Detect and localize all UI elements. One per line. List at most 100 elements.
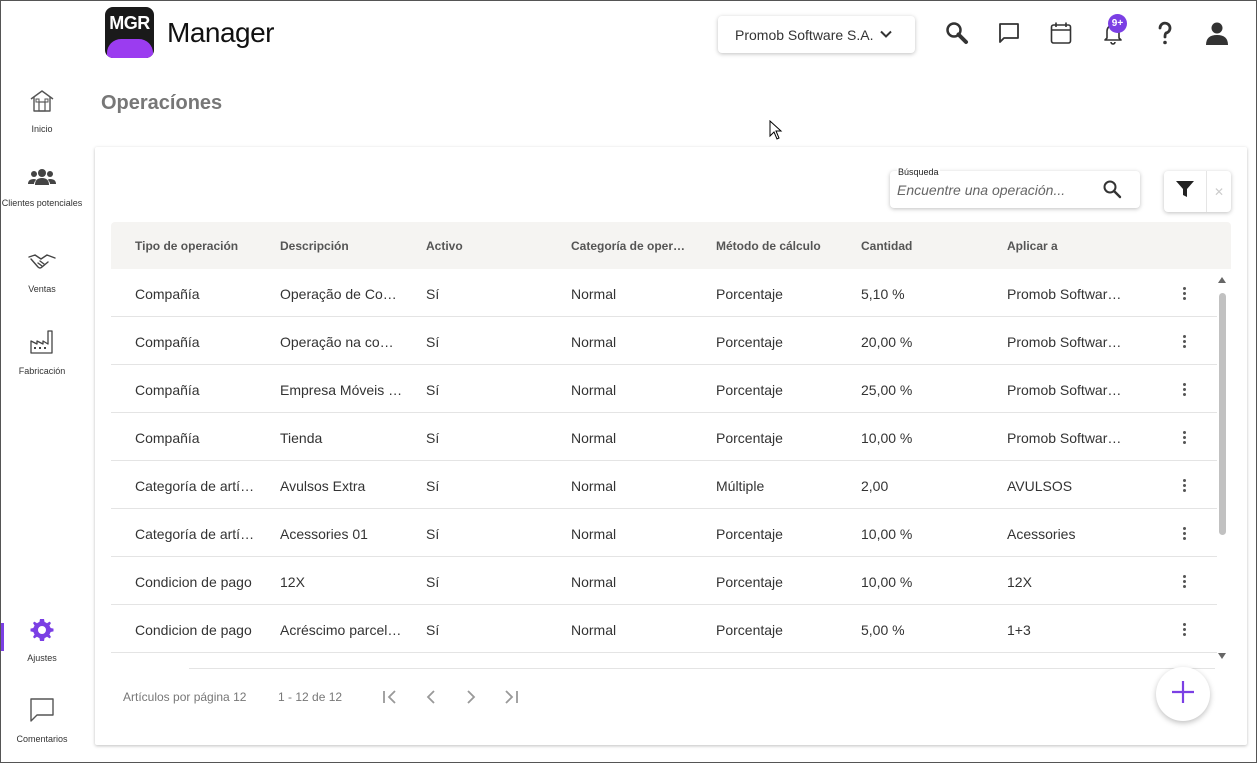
table-body: Compañía Operação de Compañía Sí Normal … — [111, 269, 1217, 654]
cell-cantidad: 20,00 % — [861, 334, 913, 350]
row-menu-icon[interactable] — [1177, 330, 1191, 352]
table-row[interactable]: Categoría de artículo Acessories 01 Sí N… — [111, 509, 1217, 557]
cell-aplicar: Promob Software S.A. — [1007, 286, 1129, 302]
table-row[interactable]: Categoría de artículo Avulsos Extra Sí N… — [111, 461, 1217, 509]
column-header-tipo[interactable]: Tipo de operación — [135, 239, 275, 253]
column-header-metodo[interactable]: Método de cálculo — [716, 239, 856, 253]
next-page-icon[interactable] — [461, 687, 481, 707]
add-operation-button[interactable] — [1156, 667, 1210, 721]
row-menu-icon[interactable] — [1177, 426, 1191, 448]
cell-cantidad: 5,00 % — [861, 622, 905, 638]
cell-tipo: Compañía — [135, 334, 200, 350]
cell-categoria: Normal — [571, 430, 617, 446]
cell-tipo: Categoría de artículo — [135, 478, 260, 494]
column-header-descripcion[interactable]: Descripción — [280, 239, 420, 253]
sidebar-item-label: Clientes potenciales — [1, 198, 83, 208]
company-select-value: Promob Software S.A. — [735, 26, 874, 43]
sidebar-item-label: Inicio — [31, 124, 53, 134]
table-row[interactable]: Compañía Tienda Sí Normal Porcentaje 10,… — [111, 413, 1217, 461]
app-logo[interactable]: MGR — [105, 7, 154, 58]
cell-metodo: Porcentaje — [716, 334, 783, 350]
cell-aplicar: 1+3 — [1007, 622, 1031, 638]
filter-button[interactable] — [1164, 171, 1207, 212]
calendar-icon[interactable] — [1047, 19, 1075, 47]
search-icon[interactable] — [1102, 179, 1122, 204]
cell-descripcion: Operação na compañía — [280, 334, 404, 350]
cell-metodo: Múltiple — [716, 478, 765, 494]
cell-categoria: Normal — [571, 478, 617, 494]
sidebar-item-ajustes[interactable]: Ajustes — [1, 618, 83, 663]
search-label: Búsqueda — [897, 167, 940, 177]
sidebar-item-ventas[interactable]: Ventas — [1, 251, 83, 294]
cell-activo: Sí — [426, 286, 440, 302]
table-row[interactable]: Compañía Operação na compañía Sí Normal … — [111, 317, 1217, 365]
cell-metodo: Porcentaje — [716, 382, 783, 398]
cell-categoria: Normal — [571, 382, 617, 398]
column-header-categoria[interactable]: Categoría de operación — [571, 239, 688, 253]
column-header-cantidad[interactable]: Cantidad — [861, 239, 1001, 253]
row-menu-icon[interactable] — [1177, 378, 1191, 400]
logo-swoosh — [107, 39, 153, 58]
row-menu-icon[interactable] — [1177, 522, 1191, 544]
search-box[interactable]: Búsqueda — [890, 167, 1140, 208]
gear-icon — [1, 618, 83, 647]
cell-categoria: Normal — [571, 526, 617, 542]
mouse-cursor-icon — [769, 119, 783, 145]
search-icon[interactable] — [943, 19, 971, 47]
cell-descripcion: 12X — [280, 574, 305, 590]
row-menu-icon[interactable] — [1177, 282, 1191, 304]
logo-text: MGR — [109, 13, 150, 33]
prev-page-icon[interactable] — [421, 687, 441, 707]
cell-aplicar: Acessories — [1007, 526, 1076, 542]
cell-tipo: Categoría de artículo — [135, 526, 260, 542]
clear-filter-button[interactable]: ✕ — [1207, 171, 1231, 212]
footer-divider — [189, 668, 1215, 669]
sidebar-item-fabricacion[interactable]: Fabricación — [1, 329, 83, 376]
cell-descripcion: Tienda — [280, 430, 323, 446]
table-header: Tipo de operación Descripción Activo Cat… — [111, 222, 1231, 269]
row-menu-icon[interactable] — [1177, 570, 1191, 592]
cell-descripcion: Empresa Móveis Ltda — [280, 382, 404, 398]
sidebar-item-comentarios[interactable]: Comentarios — [1, 697, 83, 744]
table-row[interactable]: Compañía Empresa Móveis Ltda Sí Normal P… — [111, 365, 1217, 413]
first-page-icon[interactable] — [381, 687, 401, 707]
last-page-icon[interactable] — [501, 687, 521, 707]
plus-icon — [1170, 679, 1196, 710]
scrollbar-thumb[interactable] — [1219, 293, 1226, 535]
search-input[interactable] — [897, 180, 1097, 200]
per-page-value[interactable]: 12 — [233, 690, 246, 704]
row-menu-icon[interactable] — [1177, 474, 1191, 496]
scroll-up-icon[interactable] — [1218, 277, 1226, 283]
row-menu-icon[interactable] — [1177, 618, 1191, 640]
sidebar-item-clientes[interactable]: Clientes potenciales — [1, 167, 83, 208]
comment-icon — [1, 697, 83, 728]
sidebar-item-label: Fabricación — [18, 366, 66, 376]
cell-activo: Sí — [426, 478, 440, 494]
cell-cantidad: 10,00 % — [861, 430, 913, 446]
user-icon[interactable] — [1203, 19, 1231, 47]
column-header-aplicar[interactable]: Aplicar a — [1007, 239, 1147, 253]
column-header-activo[interactable]: Activo — [426, 239, 566, 253]
scroll-down-icon[interactable] — [1218, 653, 1226, 659]
table-row[interactable]: Condicion de pago 12X Sí Normal Porcenta… — [111, 557, 1217, 605]
app-header: MGR Manager Promob Software S.A. 9+ — [1, 1, 1256, 67]
table-row[interactable]: Condicion de pago Acréscimo parcelado Sí… — [111, 605, 1217, 653]
chat-icon[interactable] — [995, 19, 1023, 47]
table-row[interactable]: Compañía Operação de Compañía Sí Normal … — [111, 269, 1217, 317]
cell-tipo: Condicion de pago — [135, 622, 252, 638]
chevron-down-icon — [879, 27, 893, 44]
page-title: Operacíones — [101, 92, 223, 114]
help-icon[interactable] — [1151, 19, 1179, 47]
cell-aplicar: Promob Software S.A. — [1007, 430, 1129, 446]
items-per-page-label: Artículos por página 12 — [123, 690, 246, 704]
home-icon — [1, 89, 83, 118]
filter-group: ✕ — [1164, 171, 1231, 212]
cell-activo: Sí — [426, 430, 440, 446]
handshake-icon — [1, 251, 83, 278]
cell-aplicar: Promob Software S.A. — [1007, 382, 1129, 398]
table-scrollbar[interactable] — [1217, 277, 1227, 662]
company-select[interactable]: Promob Software S.A. — [718, 16, 915, 53]
cell-metodo: Porcentaje — [716, 286, 783, 302]
factory-icon — [1, 329, 83, 360]
sidebar-item-inicio[interactable]: Inicio — [1, 89, 83, 134]
